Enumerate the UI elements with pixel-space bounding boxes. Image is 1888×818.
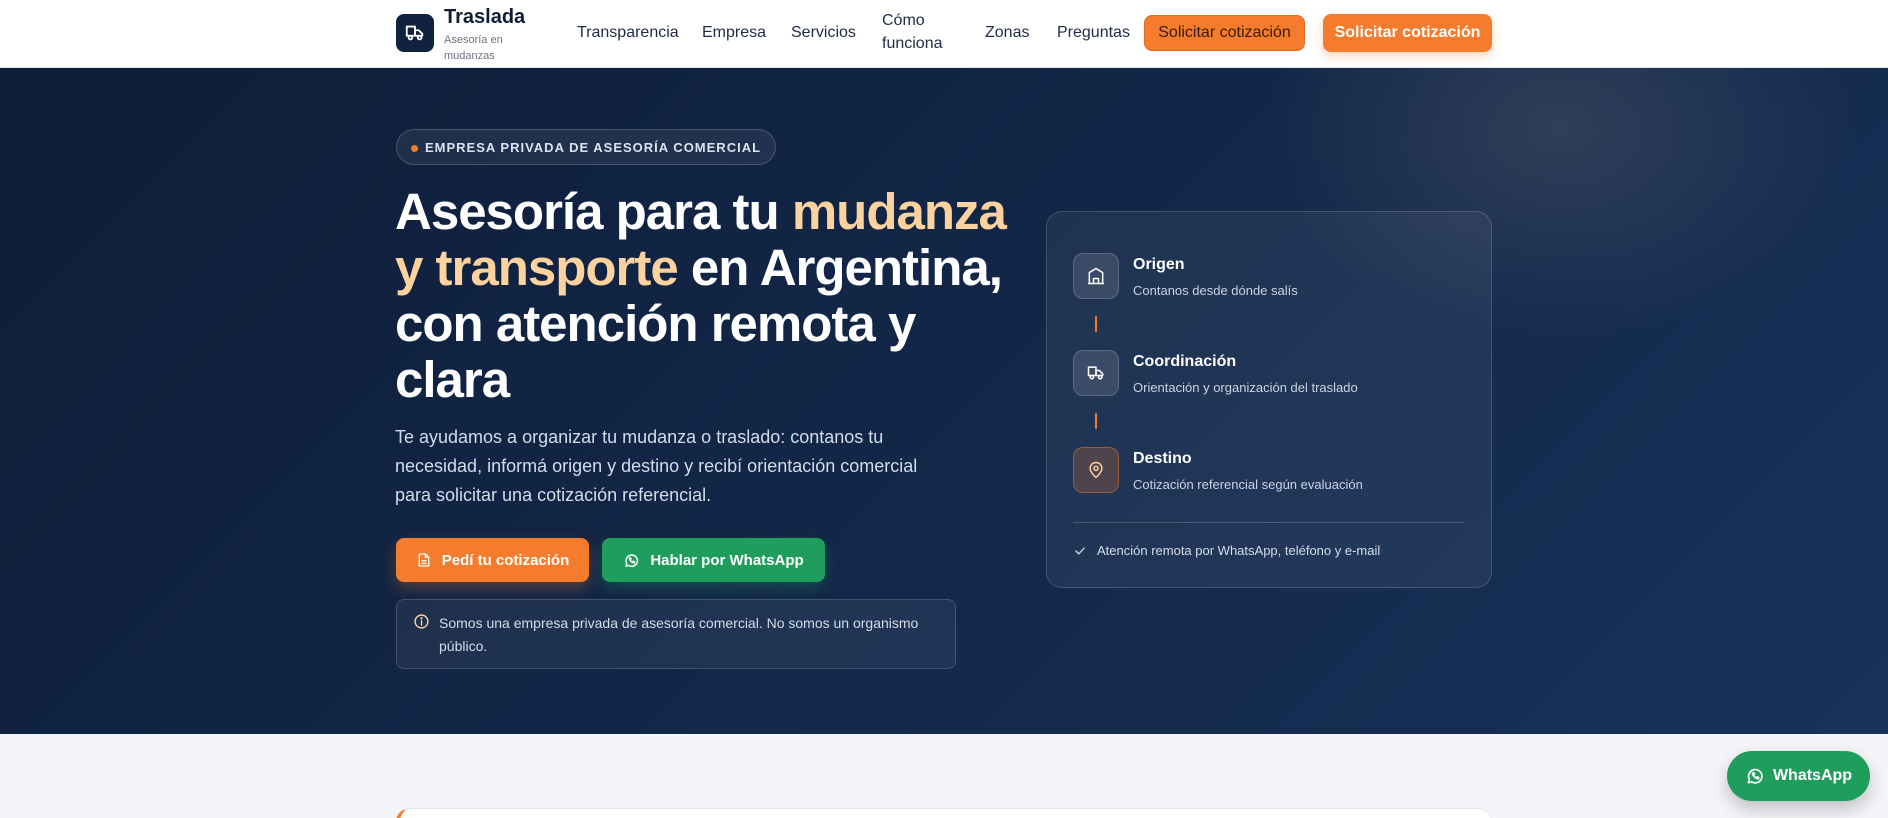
step-coordination-icon-box	[1073, 350, 1119, 396]
step-destination-icon-box	[1073, 447, 1119, 493]
step-coordination-title: Coordinación	[1133, 353, 1237, 370]
step-origin-desc: Contanos desde dónde salís	[1133, 283, 1298, 298]
request-quote-secondary-button[interactable]: Solicitar cotización	[1144, 15, 1305, 51]
nav-item-preguntas[interactable]: Preguntas	[1057, 21, 1130, 44]
logo-mark[interactable]	[396, 14, 434, 52]
check-icon	[1075, 546, 1085, 555]
quote-button[interactable]: Pedí tu cotización	[396, 538, 589, 582]
nav-item-zonas[interactable]: Zonas	[985, 21, 1029, 44]
eyebrow-text: EMPRESA PRIVADA DE ASESORÍA COMERCIAL	[425, 139, 762, 155]
step-coordination-desc: Orientación y organización del traslado	[1133, 380, 1358, 395]
nav-item-servicios[interactable]: Servicios	[791, 21, 856, 44]
card-footer-text: Atención remota por WhatsApp, teléfono y…	[1097, 543, 1381, 558]
nav-item-transparencia[interactable]: Transparencia	[577, 21, 679, 44]
step-origin-icon-box	[1073, 253, 1119, 299]
next-section	[0, 734, 1888, 818]
card-footer: Atención remota por WhatsApp, teléfono y…	[1073, 543, 1380, 558]
nav-item-empresa[interactable]: Empresa	[702, 21, 766, 44]
step-destination-title: Destino	[1133, 450, 1192, 467]
document-icon	[418, 553, 430, 567]
quote-button-label: Pedí tu cotización	[441, 551, 570, 569]
step-connector	[1095, 413, 1097, 429]
floating-whatsapp-button[interactable]: WhatsApp	[1727, 751, 1870, 801]
site-header: Traslada Asesoría en mudanzas Transparen…	[0, 0, 1888, 68]
hero-headline: Asesoría para tu mudanza y transporte en…	[395, 184, 1015, 408]
hero-lead: Te ayudamos a organizar tu mudanza o tra…	[395, 427, 918, 505]
floating-whatsapp-label: WhatsApp	[1772, 767, 1853, 784]
request-quote-primary-button[interactable]: Solicitar cotización	[1323, 14, 1492, 52]
building-icon	[1087, 267, 1105, 285]
headline-part1: Asesoría para tu	[395, 183, 792, 240]
brand-tagline: Asesoría en mudanzas	[444, 34, 503, 62]
hero-section: EMPRESA PRIVADA DE ASESORÍA COMERCIAL As…	[0, 68, 1888, 734]
private-company-notice: Somos una empresa privada de asesoría co…	[396, 599, 956, 669]
whatsapp-button-label: Hablar por WhatsApp	[650, 551, 804, 569]
notice-text: Somos una empresa privada de asesoría co…	[439, 615, 919, 654]
brand-name[interactable]: Traslada	[444, 6, 525, 29]
step-connector	[1095, 316, 1097, 332]
step-origin-title: Origen	[1133, 256, 1185, 273]
whatsapp-icon	[625, 553, 639, 567]
whatsapp-button[interactable]: Hablar por WhatsApp	[602, 538, 825, 582]
map-pin-icon	[1089, 461, 1103, 479]
next-section-card	[396, 808, 1492, 818]
step-destination-desc: Cotización referencial según evaluación	[1133, 477, 1363, 492]
card-divider	[1073, 522, 1465, 523]
process-card: Origen Contanos desde dónde salís Coordi…	[1046, 211, 1492, 588]
info-icon	[414, 614, 429, 629]
truck-icon	[1087, 366, 1104, 380]
status-dot-icon	[411, 145, 418, 152]
whatsapp-icon	[1747, 768, 1763, 784]
nav-item-como-funciona[interactable]: Cómo funciona	[882, 9, 952, 55]
eyebrow-badge: EMPRESA PRIVADA DE ASESORÍA COMERCIAL	[396, 129, 777, 165]
truck-icon	[405, 25, 424, 41]
